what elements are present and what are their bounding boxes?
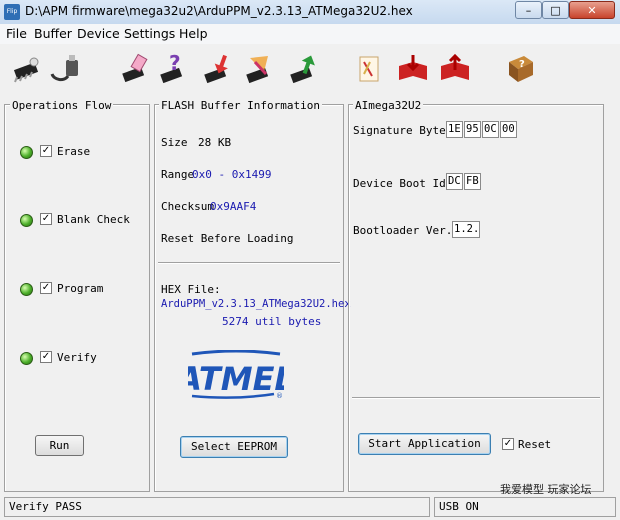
size-label: Size bbox=[161, 136, 188, 149]
menu-bar: File Buffer Device Settings Help bbox=[0, 24, 620, 44]
device-separator bbox=[352, 397, 600, 399]
menu-file[interactable]: File bbox=[6, 26, 27, 41]
erase-label: Erase bbox=[57, 145, 91, 158]
status-bar: Verify PASS USB ON bbox=[0, 494, 620, 520]
status-message: Verify PASS bbox=[4, 497, 430, 517]
menu-settings[interactable]: Settings bbox=[124, 26, 175, 41]
reset-checkbox[interactable]: ✓ bbox=[502, 438, 514, 450]
erase-chip-icon[interactable] bbox=[118, 52, 152, 86]
close-button[interactable]: ✕ bbox=[569, 1, 615, 19]
blank-check-checkbox[interactable]: ✓ bbox=[40, 213, 52, 225]
verify-chip-icon[interactable] bbox=[242, 52, 276, 86]
range-value: 0x0 - 0x1499 bbox=[192, 168, 272, 181]
atmel-logo-text: ATMEL bbox=[188, 360, 284, 398]
load-hex-icon[interactable] bbox=[352, 52, 386, 86]
chip-select-icon[interactable] bbox=[10, 52, 44, 86]
checksum-label: Checksum bbox=[161, 200, 214, 213]
verify-label: Verify bbox=[57, 351, 97, 364]
bootloader-ver-value: 1.2. bbox=[452, 221, 480, 238]
atmel-logo-reg: ® bbox=[276, 392, 283, 400]
hex-file-name: ArduPPM_v2.3.13_ATMega32U2.hex bbox=[161, 298, 351, 310]
start-application-button[interactable]: Start Application bbox=[358, 433, 491, 455]
help-book-icon[interactable]: ? bbox=[504, 52, 538, 86]
boot-id-2: FB bbox=[464, 173, 481, 190]
erase-checkbox[interactable]: ✓ bbox=[40, 145, 52, 157]
app-icon: Flip bbox=[4, 4, 20, 20]
hex-file-label: HEX File: bbox=[161, 283, 221, 296]
device-boot-ids-label: Device Boot Ids bbox=[353, 177, 453, 190]
reset-before-loading-label: Reset Before Loading bbox=[161, 232, 294, 245]
range-label: Range bbox=[161, 168, 195, 181]
blank-check-icon[interactable]: ? bbox=[156, 51, 190, 86]
operations-title: Operations Flow bbox=[10, 99, 114, 112]
signature-byte-2: 95 bbox=[464, 121, 481, 138]
menu-device[interactable]: Device bbox=[77, 26, 120, 41]
erase-status-led bbox=[20, 146, 33, 159]
blank-check-status-led bbox=[20, 214, 33, 227]
blank-check-label: Blank Check bbox=[57, 213, 130, 226]
program-checkbox[interactable]: ✓ bbox=[40, 282, 52, 294]
window-title: D:\APM firmware\mega32u2\ArduPPM_v2.3.13… bbox=[25, 4, 413, 18]
toolbar: ? ? bbox=[0, 44, 620, 94]
boot-id-1: DC bbox=[446, 173, 463, 190]
device-title: AImega32U2 bbox=[353, 99, 424, 112]
maximize-button[interactable]: □ bbox=[542, 1, 569, 19]
usb-status: USB ON bbox=[434, 497, 616, 517]
select-eeprom-button[interactable]: Select EEPROM bbox=[180, 436, 288, 458]
signature-byte-1: 1E bbox=[446, 121, 463, 138]
menu-help[interactable]: Help bbox=[179, 26, 208, 41]
signature-bytes-label: Signature Bytes bbox=[353, 124, 453, 137]
title-bar: Flip D:\APM firmware\mega32u2\ArduPPM_v2… bbox=[0, 0, 620, 25]
run-button[interactable]: Run bbox=[35, 435, 84, 456]
bootloader-ver-label: Bootloader Ver. bbox=[353, 224, 453, 237]
signature-byte-4: 00 bbox=[500, 121, 517, 138]
verify-checkbox[interactable]: ✓ bbox=[40, 351, 52, 363]
reset-label: Reset bbox=[518, 438, 552, 451]
verify-status-led bbox=[20, 352, 33, 365]
size-value: 28 KB bbox=[198, 136, 232, 149]
read-chip-icon[interactable] bbox=[286, 52, 320, 86]
operations-panel bbox=[4, 104, 150, 492]
program-chip-icon[interactable] bbox=[200, 52, 234, 86]
program-status-led bbox=[20, 283, 33, 296]
usb-connect-icon[interactable] bbox=[48, 52, 82, 86]
svg-text:?: ? bbox=[519, 59, 525, 70]
minimize-button[interactable]: – bbox=[515, 1, 542, 19]
atmel-logo: ATMEL ® bbox=[174, 349, 295, 400]
svg-text:?: ? bbox=[169, 52, 181, 75]
signature-byte-3: 0C bbox=[482, 121, 499, 138]
flash-buffer-title: FLASH Buffer Information bbox=[159, 99, 322, 112]
hex-util-bytes: 5274 util bytes bbox=[222, 315, 322, 328]
flash-separator bbox=[158, 262, 340, 264]
menu-buffer[interactable]: Buffer bbox=[34, 26, 72, 41]
checksum-value: 0x9AAF4 bbox=[210, 200, 257, 213]
save-buffer-icon[interactable] bbox=[438, 52, 472, 86]
load-buffer-icon[interactable] bbox=[396, 52, 430, 86]
program-label: Program bbox=[57, 282, 104, 295]
